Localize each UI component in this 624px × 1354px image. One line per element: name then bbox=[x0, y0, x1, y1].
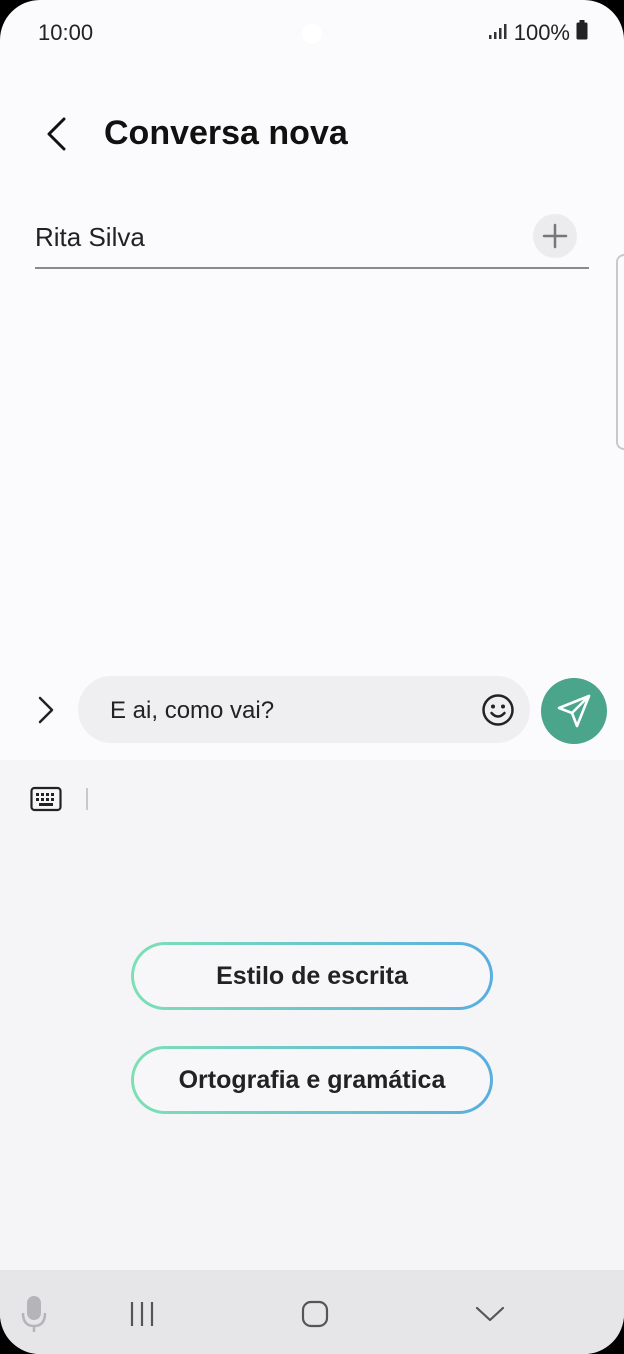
toolbar-divider bbox=[86, 788, 88, 810]
send-icon bbox=[557, 694, 591, 728]
page-title: Conversa nova bbox=[104, 114, 348, 152]
recents-icon bbox=[130, 1302, 154, 1326]
mic-icon bbox=[21, 1296, 47, 1332]
status-time: 10:00 bbox=[38, 20, 94, 45]
battery-percentage: 100% bbox=[513, 20, 570, 45]
add-icon bbox=[542, 223, 568, 249]
emoji-icon bbox=[482, 694, 514, 726]
recents-button[interactable] bbox=[122, 1296, 162, 1332]
recipient-name: Rita Silva bbox=[35, 222, 145, 252]
writing-assist-panel: Estilo de escrita Ortografia e gramática bbox=[0, 760, 624, 1270]
battery-icon bbox=[576, 20, 588, 46]
navigation-bar bbox=[0, 1270, 624, 1354]
recipient-field[interactable]: Rita Silva bbox=[35, 210, 589, 269]
writing-style-button[interactable]: Estilo de escrita bbox=[131, 942, 493, 1010]
home-icon bbox=[301, 1300, 329, 1328]
home-button[interactable] bbox=[294, 1294, 336, 1334]
message-text: E ai, como vai? bbox=[110, 697, 275, 724]
keyboard-toggle-button[interactable] bbox=[28, 782, 64, 816]
signal-icon bbox=[488, 20, 508, 46]
send-button[interactable] bbox=[541, 678, 607, 744]
status-indicators: 100% bbox=[488, 20, 588, 46]
add-recipient-button[interactable] bbox=[533, 214, 577, 258]
hide-keyboard-button[interactable] bbox=[468, 1294, 512, 1334]
voice-input-button[interactable] bbox=[18, 1294, 50, 1334]
message-input[interactable]: E ai, como vai? bbox=[78, 676, 530, 743]
front-camera bbox=[302, 24, 322, 44]
spelling-grammar-button[interactable]: Ortografia e gramática bbox=[131, 1046, 493, 1114]
emoji-button[interactable] bbox=[480, 692, 516, 728]
screen: 10:00 100% Conversa nova Rita Silva E ai… bbox=[0, 0, 624, 1354]
expand-attachments-button[interactable] bbox=[26, 690, 66, 730]
back-icon bbox=[47, 117, 66, 151]
header: Conversa nova bbox=[0, 96, 624, 176]
status-bar: 10:00 100% bbox=[0, 0, 624, 66]
back-button[interactable] bbox=[36, 110, 76, 158]
message-composer: E ai, como vai? bbox=[0, 676, 624, 746]
chevron-right-icon bbox=[38, 696, 54, 724]
hide-keyboard-icon bbox=[475, 1306, 505, 1322]
keyboard-icon bbox=[30, 786, 62, 812]
scroll-indicator[interactable] bbox=[616, 254, 624, 450]
